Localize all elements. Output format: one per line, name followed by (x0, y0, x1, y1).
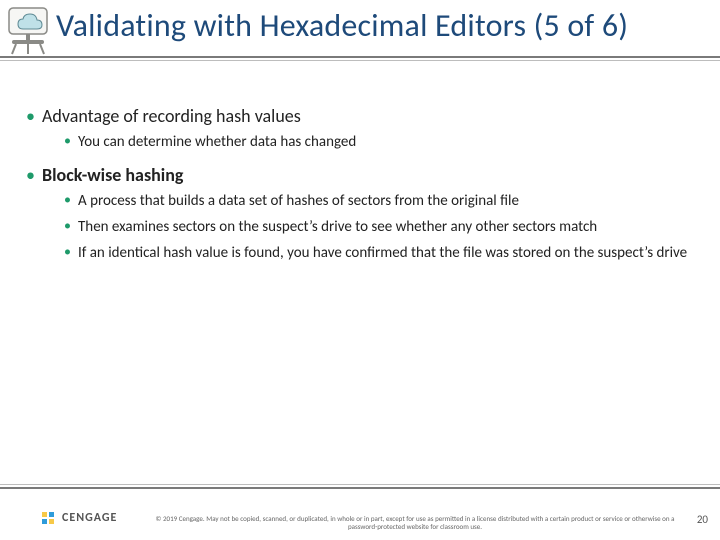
brand-name: CENGAGE (62, 511, 117, 525)
sub-bullet-item: You can determine whether data has chang… (64, 132, 696, 152)
title-divider (0, 56, 720, 62)
sub-bullet-list: You can determine whether data has chang… (64, 132, 696, 152)
brand: CENGAGE (40, 510, 117, 526)
sub-bullet-list: A process that builds a data set of hash… (64, 191, 696, 264)
sub-bullet-item: Then examines sectors on the suspect’s d… (64, 217, 696, 237)
slide-header: Validating with Hexadecimal Editors (5 o… (0, 0, 720, 66)
slide-footer: CENGAGE © 2019 Cengage. May not be copie… (0, 484, 720, 540)
bullet-item: Advantage of recording hash values You c… (24, 104, 696, 153)
footer-divider (0, 484, 720, 490)
bullet-text: Block-wise hashing (42, 164, 183, 186)
slide-body: Advantage of recording hash values You c… (0, 66, 720, 264)
slide: Validating with Hexadecimal Editors (5 o… (0, 0, 720, 540)
page-number: 20 (697, 513, 708, 526)
bullet-list: Advantage of recording hash values You c… (24, 104, 696, 264)
bullet-item: Block-wise hashing A process that builds… (24, 163, 696, 264)
brand-logo-icon (40, 510, 56, 526)
sub-bullet-item: If an identical hash value is found, you… (64, 243, 696, 263)
sub-bullet-item: A process that builds a data set of hash… (64, 191, 696, 211)
cloud-projector-icon (6, 6, 52, 56)
copyright-text: © 2019 Cengage. May not be copied, scann… (150, 515, 680, 533)
slide-title: Validating with Hexadecimal Editors (5 o… (56, 6, 712, 45)
bullet-text: Advantage of recording hash values (42, 105, 301, 127)
